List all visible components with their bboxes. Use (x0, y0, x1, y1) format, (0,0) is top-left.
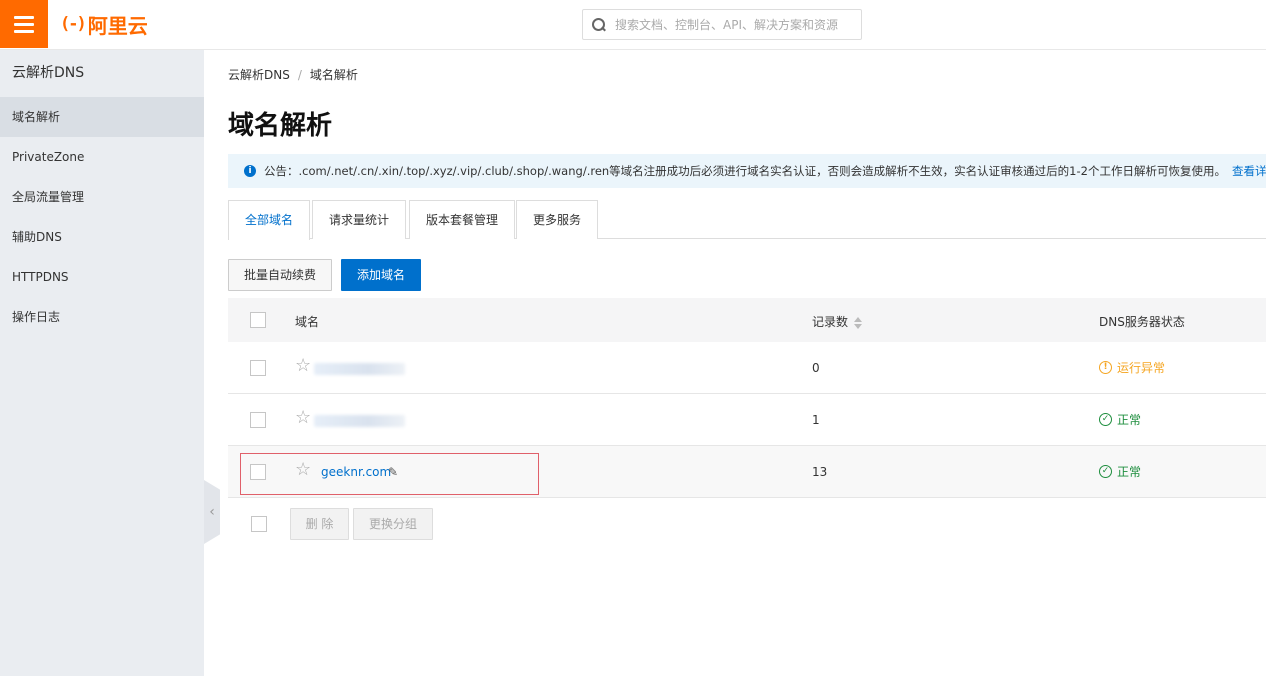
breadcrumb-separator: / (297, 68, 302, 82)
announcement-details-link[interactable]: 查看详情 (1232, 163, 1266, 179)
sidebar-item-privatezone[interactable]: PrivateZone (0, 137, 204, 177)
change-group-button[interactable]: 更换分组 (353, 508, 433, 540)
table-row: ☆ 0 ! 运行异常 (228, 342, 1266, 394)
table-row: ☆ 1 ✓ 正常 (228, 394, 1266, 446)
record-count: 1 (812, 413, 820, 427)
row-checkbox[interactable] (250, 464, 266, 480)
star-icon[interactable]: ☆ (295, 408, 311, 428)
column-header-records[interactable]: 记录数 (812, 313, 863, 330)
sidebar-item-global-traffic[interactable]: 全局流量管理 (0, 177, 204, 217)
dns-status-text: 正常 (1117, 413, 1142, 427)
tab-bar: 全部域名 请求量统计 版本套餐管理 更多服务 (228, 200, 1266, 240)
sidebar-item-httpdns[interactable]: HTTPDNS (0, 257, 204, 297)
sidebar-collapse-handle[interactable]: ‹ (204, 480, 220, 544)
tab-all-domains[interactable]: 全部域名 (228, 200, 310, 240)
check-circle-icon: ✓ (1099, 413, 1112, 426)
delete-button[interactable]: 删 除 (290, 508, 349, 540)
global-search[interactable] (582, 9, 862, 40)
breadcrumb: 云解析DNS / 域名解析 (228, 66, 358, 83)
dns-status: ✓ 正常 (1099, 411, 1141, 428)
select-all-checkbox[interactable] (250, 312, 266, 328)
column-header-domain: 域名 (295, 315, 320, 329)
announcement-banner: i 公告：.com/.net/.cn/.xin/.top/.xyz/.vip/.… (228, 154, 1266, 188)
announcement-text: 公告：.com/.net/.cn/.xin/.top/.xyz/.vip/.cl… (264, 164, 1226, 178)
table-row: ☆ geeknr.com ✎ 13 ✓ 正常 (228, 446, 1266, 498)
aliyun-logo-mark: (-) (60, 14, 87, 34)
dns-status-text: 正常 (1117, 465, 1142, 479)
sidebar: 云解析DNS 域名解析 PrivateZone 全局流量管理 辅助DNS HTT… (0, 50, 204, 676)
aliyun-logo[interactable]: (-) 阿里云 (60, 10, 148, 38)
warning-icon: ! (1099, 361, 1112, 374)
table-header: 域名 记录数 DNS服务器状态 (228, 298, 1266, 342)
search-icon (591, 17, 607, 33)
sort-icon[interactable] (854, 316, 863, 329)
domain-table: 域名 记录数 DNS服务器状态 ☆ 0 ! 运行异常 ☆ 1 ✓ 正常 ☆ ge… (228, 298, 1266, 498)
sidebar-item-domain-resolution[interactable]: 域名解析 (0, 97, 204, 137)
breadcrumb-root[interactable]: 云解析DNS (228, 68, 290, 82)
edit-icon[interactable]: ✎ (388, 465, 398, 479)
redacted-domain (314, 415, 405, 427)
check-circle-icon: ✓ (1099, 465, 1112, 478)
sidebar-item-secondary-dns[interactable]: 辅助DNS (0, 217, 204, 257)
star-icon[interactable]: ☆ (295, 460, 311, 480)
sidebar-item-operation-log[interactable]: 操作日志 (0, 297, 204, 337)
page-title: 域名解析 (228, 111, 333, 141)
aliyun-logo-text: 阿里云 (87, 13, 148, 38)
tab-request-stats[interactable]: 请求量统计 (312, 200, 406, 239)
row-checkbox[interactable] (250, 360, 266, 376)
info-icon: i (244, 165, 256, 177)
star-icon[interactable]: ☆ (295, 356, 311, 376)
search-input[interactable] (615, 17, 855, 32)
redacted-domain (314, 363, 405, 375)
batch-auto-renew-button[interactable]: 批量自动续费 (228, 259, 332, 291)
column-header-records-label: 记录数 (812, 315, 849, 329)
column-header-dns-status: DNS服务器状态 (1099, 315, 1185, 329)
dns-status: ! 运行异常 (1099, 359, 1165, 376)
chevron-left-icon: ‹ (209, 504, 215, 520)
add-domain-button[interactable]: 添加域名 (341, 259, 421, 291)
row-checkbox[interactable] (250, 412, 266, 428)
dns-status-text: 运行异常 (1117, 361, 1166, 375)
top-bar: (-) 阿里云 (0, 0, 1266, 50)
breadcrumb-current: 域名解析 (309, 68, 358, 82)
dns-status: ✓ 正常 (1099, 463, 1141, 480)
sidebar-title: 云解析DNS (12, 65, 85, 81)
hamburger-menu-icon[interactable] (0, 0, 48, 48)
domain-link[interactable]: geeknr.com (321, 465, 391, 479)
record-count: 13 (812, 465, 828, 479)
record-count: 0 (812, 361, 820, 375)
footer-select-all-checkbox[interactable] (251, 516, 267, 532)
tab-plan-management[interactable]: 版本套餐管理 (409, 200, 515, 239)
tab-more-services[interactable]: 更多服务 (516, 200, 598, 239)
